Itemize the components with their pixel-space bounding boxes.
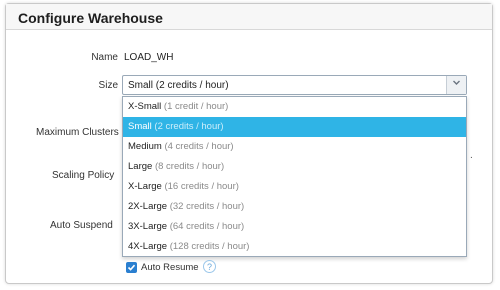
size-option-4x-large[interactable]: 4X-Large (128 credits / hour) xyxy=(123,237,466,257)
auto-resume-label: Auto Resume xyxy=(141,262,199,273)
size-option-small[interactable]: Small (2 credits / hour) xyxy=(123,117,466,137)
size-option-label: 3X-Large xyxy=(128,221,168,232)
name-value: LOAD_WH xyxy=(124,52,174,63)
size-option-credits: (128 credits / hour) xyxy=(169,241,250,252)
size-option-label: Small xyxy=(128,121,152,132)
size-option-label: X-Small xyxy=(128,101,162,112)
size-option-credits: (8 credits / hour) xyxy=(154,161,225,172)
size-option-credits: (4 credits / hour) xyxy=(164,141,234,152)
size-option-large[interactable]: Large (8 credits / hour) xyxy=(123,157,466,177)
size-option-credits: (2 credits / hour) xyxy=(154,121,224,132)
name-label: Name xyxy=(91,52,118,63)
size-option-medium[interactable]: Medium (4 credits / hour) xyxy=(123,137,466,157)
size-select-value: Small (2 credits / hour) xyxy=(128,80,229,91)
size-option-label: 2X-Large xyxy=(128,201,168,212)
size-option-label: 4X-Large xyxy=(128,241,168,252)
size-option-credits: (1 credit / hour) xyxy=(163,101,229,112)
scaling-policy-label: Scaling Policy xyxy=(52,170,115,181)
size-option-label: Large xyxy=(128,161,153,172)
auto-suspend-label: Auto Suspend xyxy=(50,220,113,231)
size-option-2x-large[interactable]: 2X-Large (32 credits / hour) xyxy=(123,197,466,217)
size-select[interactable]: Small (2 credits / hour) xyxy=(122,75,467,95)
size-select-toggle[interactable] xyxy=(446,76,466,94)
chevron-down-icon xyxy=(452,78,461,90)
size-option-label: X-Large xyxy=(128,181,162,192)
help-icon[interactable]: ? xyxy=(203,260,216,273)
check-icon xyxy=(127,264,136,271)
size-option-credits: (64 credits / hour) xyxy=(169,221,245,232)
dialog-header: Configure Warehouse xyxy=(6,4,492,30)
size-option-3x-large[interactable]: 3X-Large (64 credits / hour) xyxy=(123,217,466,237)
size-label: Size xyxy=(98,80,118,91)
max-clusters-label: Maximum Clusters xyxy=(36,127,119,138)
size-option-x-small[interactable]: X-Small (1 credit / hour) xyxy=(123,97,466,117)
size-option-credits: (16 credits / hour) xyxy=(164,181,239,192)
size-dropdown-list: X-Small (1 credit / hour) Small (2 credit… xyxy=(122,96,467,257)
dialog-title: Configure Warehouse xyxy=(18,10,163,26)
partial-text: . xyxy=(470,150,473,161)
auto-resume-checkbox[interactable] xyxy=(126,262,137,273)
size-option-label: Medium xyxy=(128,141,162,152)
size-option-x-large[interactable]: X-Large (16 credits / hour) xyxy=(123,177,466,197)
size-option-credits: (32 credits / hour) xyxy=(169,201,245,212)
